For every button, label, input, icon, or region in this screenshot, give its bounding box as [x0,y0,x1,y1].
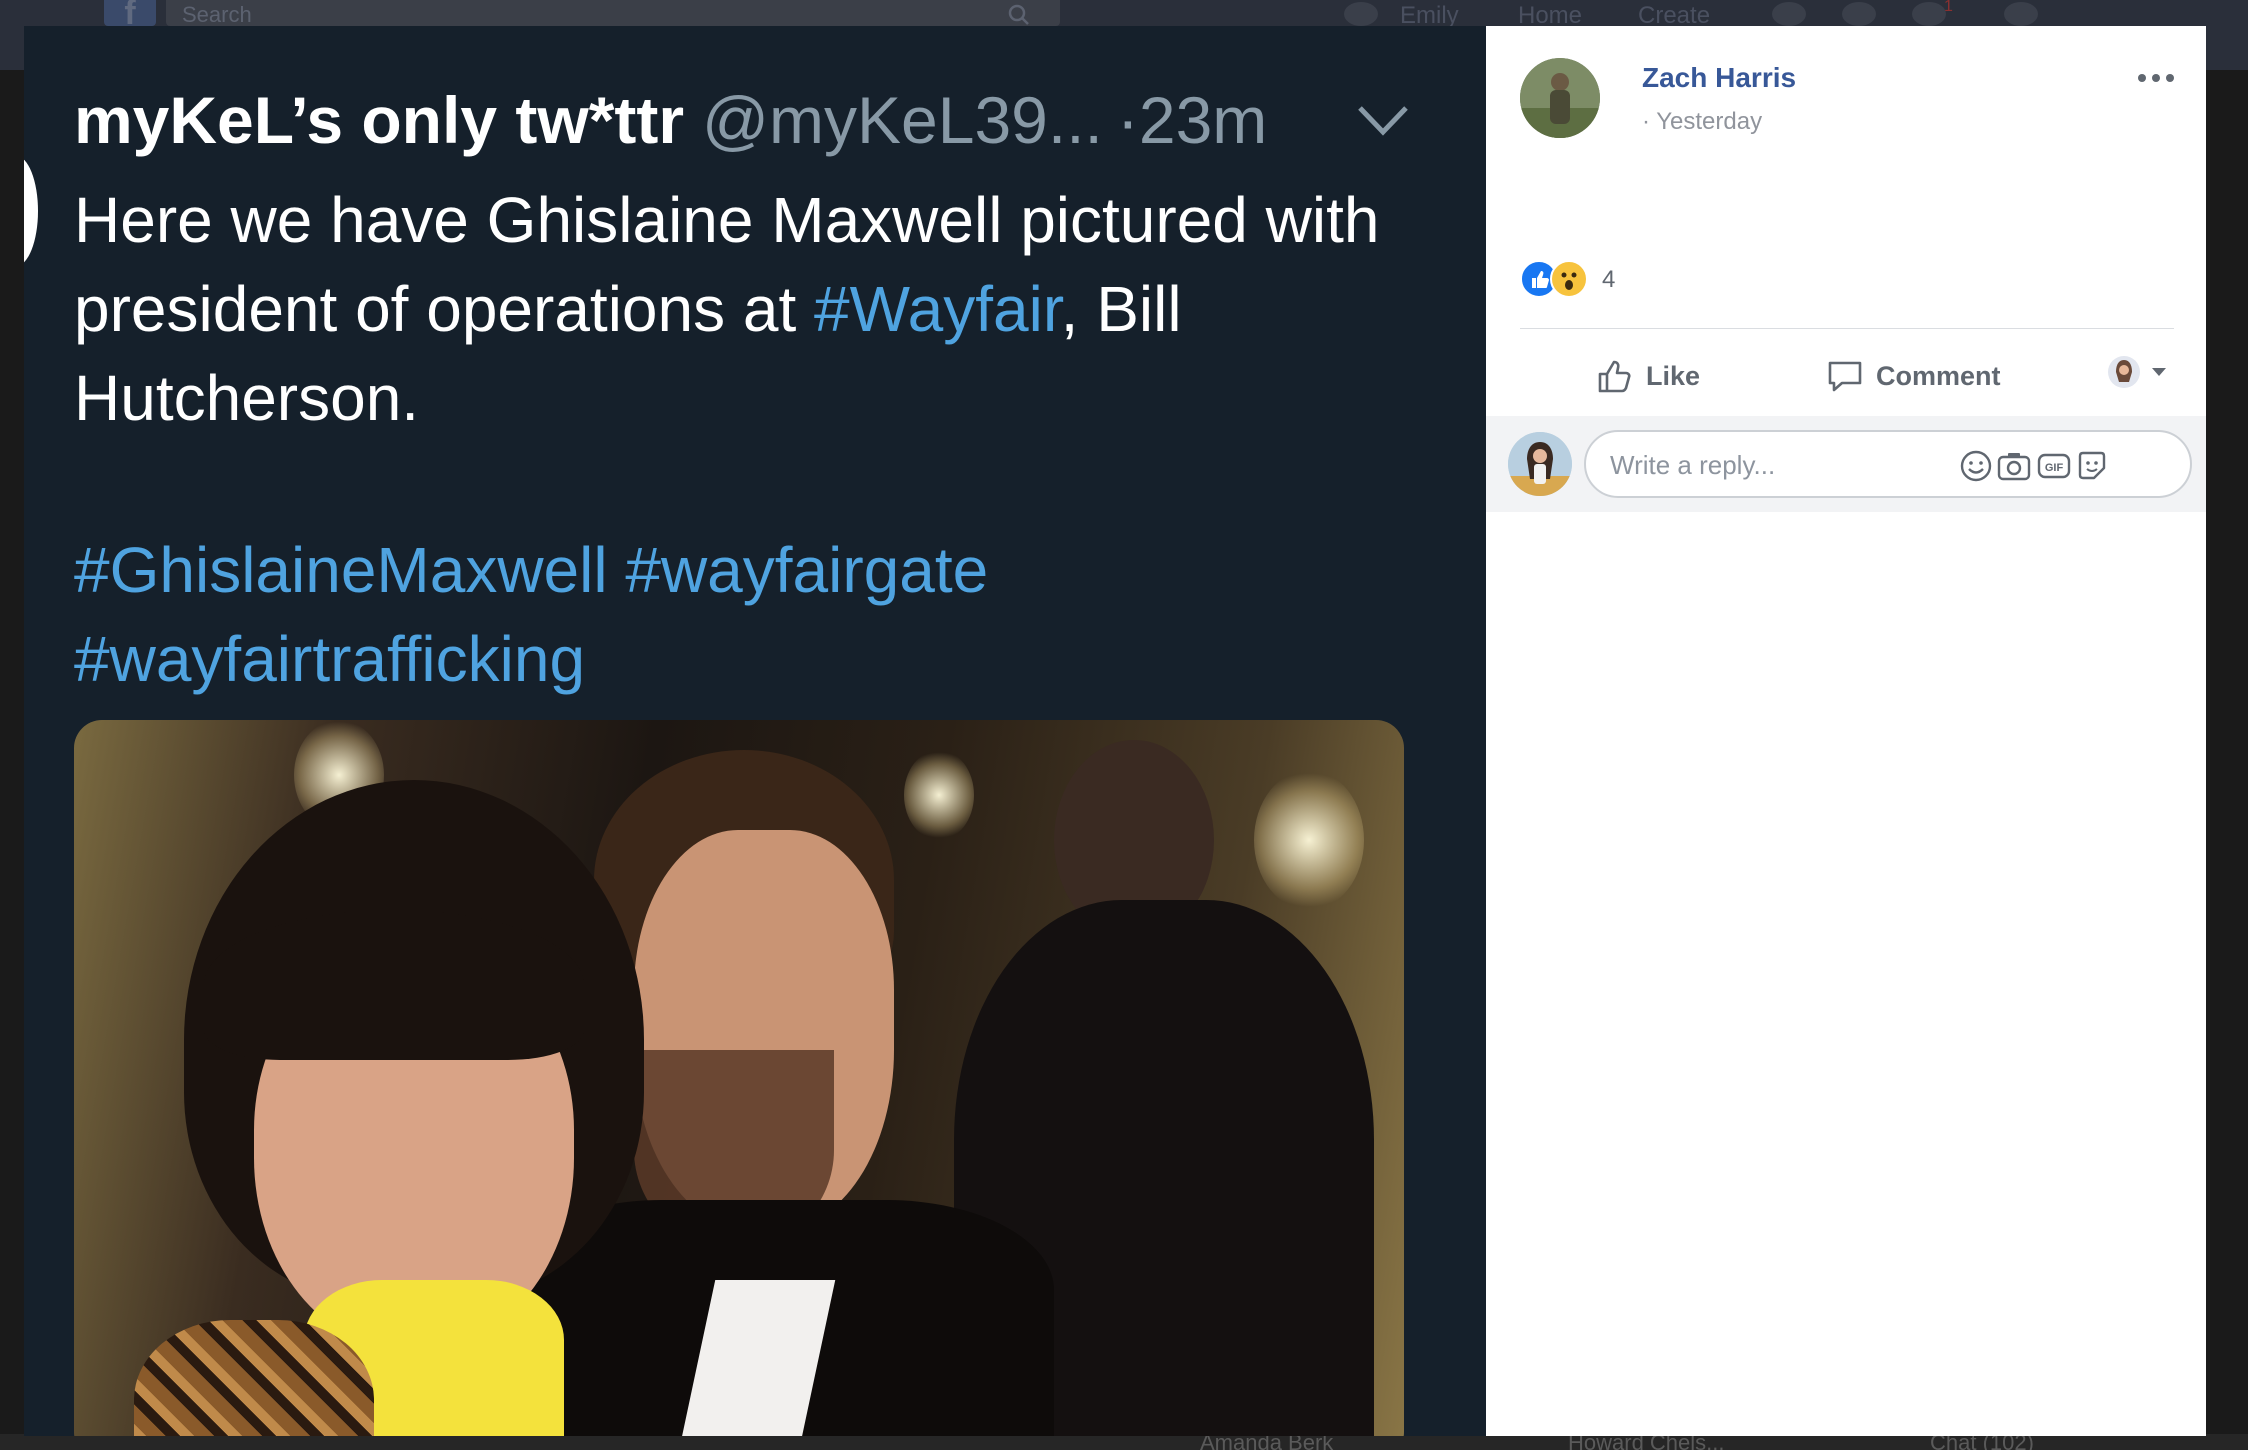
comment-label: Comment [1876,360,2001,391]
avatar-icon [1520,58,1600,138]
emoji-icon[interactable] [1958,448,1994,484]
tweet-photo [74,720,1404,1436]
svg-text:GIF: GIF [2045,462,2064,474]
reply-composer: Write a reply... GIF [1486,416,2206,512]
post-timestamp[interactable]: · Yesterday [1642,108,1762,136]
sticker-icon[interactable] [2074,448,2110,484]
hashtag-ghislainemaxwell: #GhislaineMaxwell [74,534,608,606]
profile-selector-icon [2108,356,2166,388]
chevron-down-icon [1358,106,1408,136]
tweet-text: Here we have Ghislaine Maxwell pictured … [74,176,1454,443]
avatar-icon [1508,432,1572,496]
notification-badge: 1 [1944,0,1953,15]
chat-tab-2[interactable]: Howard Chels... [1568,1434,1725,1450]
background-light [904,750,974,840]
like-label: Like [1646,360,1701,391]
reply-input[interactable]: Write a reply... GIF [1584,430,2192,498]
like-button[interactable]: Like [1596,346,1700,406]
comment-icon [1828,361,1862,392]
tweet-hashtags: #GhislaineMaxwell #wayfairgate #wayfairt… [74,526,1454,704]
profile-avatar-icon[interactable] [1344,2,1378,26]
poster-name-link[interactable]: Zach Harris [1642,62,1796,94]
poster-avatar[interactable] [1520,58,1600,138]
hashtag-wayfairtrafficking: #wayfairtrafficking [74,623,586,695]
tweet-display-name: myKeL’s only tw*ttr [74,83,685,157]
facebook-logo-icon[interactable]: f [104,0,156,30]
hashtag-wayfair: #Wayfair [814,273,1061,345]
wow-reaction-icon [1550,260,1588,298]
current-user-avatar[interactable] [1508,432,1572,496]
help-icon[interactable] [2004,2,2038,26]
chat-bar: Amanda Berk Howard Chels... Chat (102) [0,1434,2248,1450]
search-bar[interactable]: Search [166,0,1060,27]
tweet-separator: · [1116,83,1139,157]
background-light [1254,770,1364,910]
tweet-header: myKeL’s only tw*ttr @myKeL39... ·23m [74,82,1267,162]
tweet-time: 23m [1138,83,1268,157]
chat-tab-1[interactable]: Amanda Berk [1200,1434,1333,1450]
reaction-count: 4 [1602,266,1616,293]
reply-placeholder: Write a reply... [1610,450,1776,480]
tweet-avatar [24,156,38,266]
divider [1520,328,2174,329]
search-placeholder: Search [182,2,252,27]
camera-icon[interactable] [1996,448,2032,484]
thumbs-up-icon [1598,360,1631,393]
photo-viewer[interactable]: myKeL’s only tw*ttr @myKeL39... ·23m Here … [24,26,1486,1436]
gif-icon[interactable]: GIF [2036,448,2072,484]
more-options-icon[interactable] [2136,70,2176,86]
woman-leopard-coat [134,1320,374,1436]
hashtag-wayfairgate: #wayfairgate [625,534,989,606]
photo-theater: myKeL’s only tw*ttr @myKeL39... ·23m Here … [24,26,2206,1436]
messenger-icon[interactable] [1842,2,1876,26]
woman-bangs [204,910,584,1060]
notifications-icon[interactable] [1912,2,1946,26]
tweet-handle: @myKeL39... [702,83,1103,157]
comment-as-selector[interactable] [2106,352,2176,392]
post-side-panel: Zach Harris · Yesterday 4 Like Comment W… [1486,26,2206,1436]
comment-button[interactable]: Comment [1826,346,2001,406]
search-icon[interactable] [1008,4,1030,26]
chat-sidebar-toggle[interactable]: Chat (102) [1930,1434,2034,1450]
tweet-text-main: Here we have Ghislaine Maxwell pictured … [74,184,1380,345]
friends-icon[interactable] [1772,2,1806,26]
